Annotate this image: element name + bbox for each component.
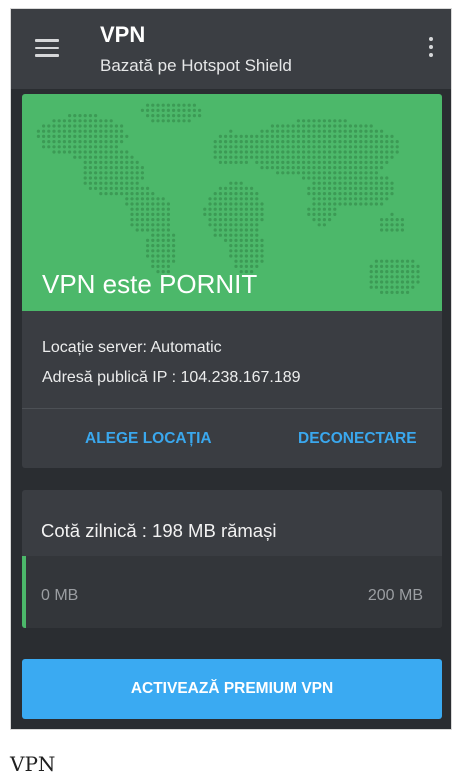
quota-title: Cotă zilnică : 198 MB rămași xyxy=(41,520,277,541)
quota-min-label: 0 MB xyxy=(41,587,79,604)
vpn-status-text: VPN este PORNIT xyxy=(42,269,258,299)
quota-max-label: 200 MB xyxy=(367,587,423,604)
caption-text: VPN xyxy=(10,752,56,776)
app-bar: VPN Bazată pe Hotspot Shield xyxy=(11,9,451,89)
public-ip-text: Adresă publică IP : 104.238.167.189 xyxy=(42,369,301,386)
quota-progress-bar: 0 MB 200 MB xyxy=(22,556,442,628)
daily-quota-card: Cotă zilnică : 198 MB rămași 0 MB 200 MB xyxy=(22,490,442,628)
world-map-banner: VPN este PORNIT xyxy=(22,94,442,311)
divider xyxy=(22,408,442,409)
disconnect-button[interactable]: DECONECTARE xyxy=(298,430,417,448)
menu-icon[interactable] xyxy=(35,39,59,57)
more-vertical-icon[interactable] xyxy=(427,37,435,63)
app-subtitle: Bazată pe Hotspot Shield xyxy=(100,56,292,75)
quota-progress-fill xyxy=(22,556,26,628)
choose-location-button[interactable]: ALEGE LOCAȚIA xyxy=(85,430,212,448)
app-screen: VPN Bazată pe Hotspot Shield VPN este PO… xyxy=(10,8,452,730)
vpn-status-card: VPN este PORNIT Locație server: Automati… xyxy=(22,94,442,468)
server-location-text: Locație server: Automatic xyxy=(42,339,222,356)
activate-premium-button[interactable]: ACTIVEAZĂ PREMIUM VPN xyxy=(22,659,442,719)
app-title: VPN xyxy=(100,22,146,47)
